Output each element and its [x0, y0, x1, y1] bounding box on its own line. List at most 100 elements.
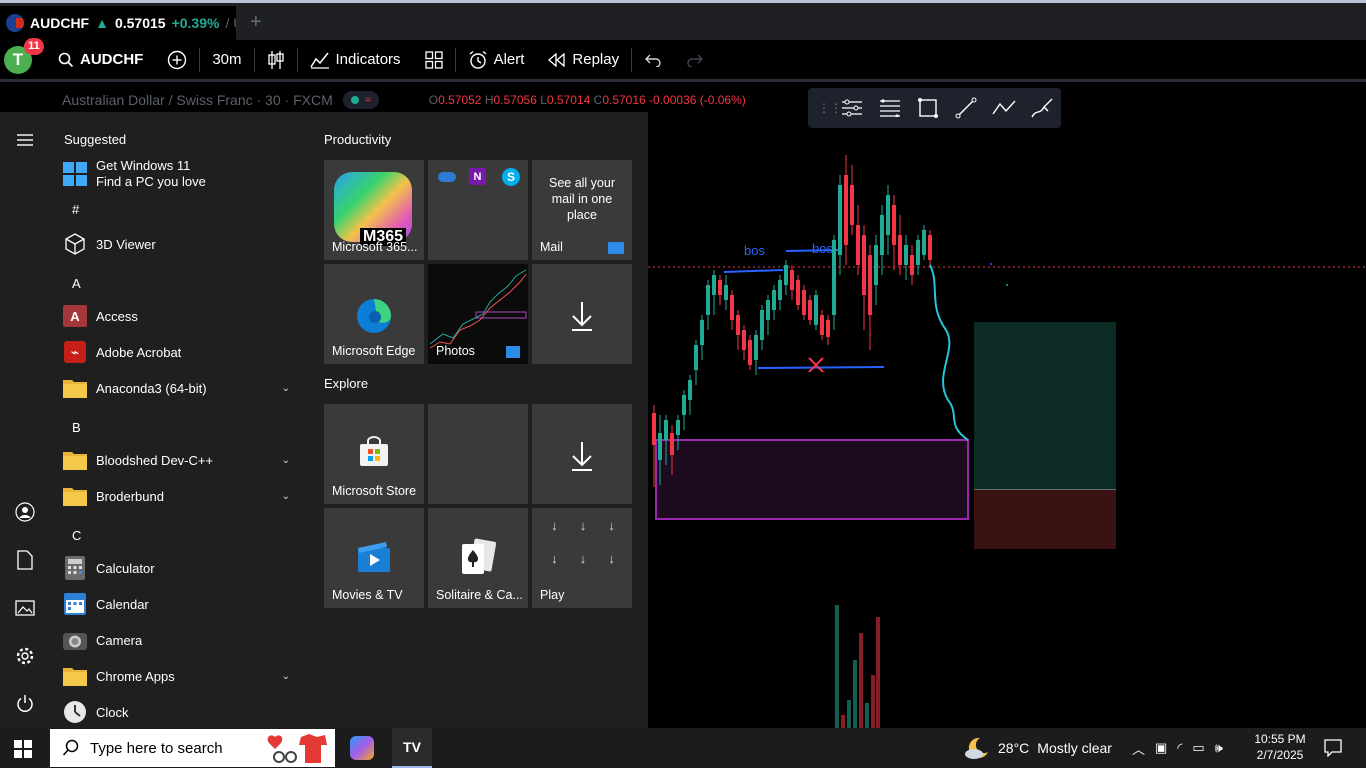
- price-chart[interactable]: bos bos: [648, 115, 1366, 728]
- candle-body: [766, 300, 770, 320]
- suggested-get-windows-11[interactable]: Get Windows 11 Find a PC you love: [62, 156, 302, 192]
- tile-download-placeholder[interactable]: [532, 264, 632, 364]
- group-b[interactable]: B: [72, 420, 81, 435]
- path-icon[interactable]: [992, 96, 1016, 120]
- windows-logo-icon: [62, 161, 88, 187]
- drawing-toolbar: ⋮⋮: [808, 88, 1061, 128]
- app-access[interactable]: A Access: [62, 300, 302, 332]
- candle-body: [742, 330, 746, 350]
- user-account-icon[interactable]: [13, 500, 37, 524]
- search-icon: [58, 52, 74, 67]
- app-anaconda-folder[interactable]: Anaconda3 (64-bit) ⌄: [62, 372, 302, 404]
- volume-group: [835, 605, 880, 728]
- drag-handle-icon[interactable]: ⋮⋮: [818, 101, 842, 115]
- symbol-search-button[interactable]: AUDCHF: [46, 45, 155, 75]
- tile-solitaire[interactable]: Solitaire & Ca...: [428, 508, 528, 608]
- group-hash[interactable]: #: [72, 202, 79, 217]
- tile-office-group[interactable]: N S: [428, 160, 528, 260]
- candle-body: [790, 270, 794, 290]
- open-value: 0.57052: [438, 93, 482, 107]
- candle-body: [868, 255, 872, 315]
- layouts-button[interactable]: [413, 45, 455, 75]
- app-chrome-apps-folder[interactable]: Chrome Apps ⌄: [62, 660, 302, 692]
- tab-arrow: ▲: [95, 15, 109, 31]
- group-c[interactable]: C: [72, 528, 81, 543]
- candle-body: [820, 315, 824, 335]
- tab-audchf[interactable]: AUDCHF ▲ 0.57015 +0.39% / Unn: [0, 6, 236, 40]
- app-camera[interactable]: Camera: [62, 624, 302, 656]
- volume-bar: [865, 703, 869, 728]
- settings-sliders-icon[interactable]: [840, 96, 864, 120]
- tile-mail[interactable]: See all your mail in one place Mail: [532, 160, 632, 260]
- weather-label: Mostly clear: [1037, 740, 1112, 756]
- replay-button[interactable]: Replay: [536, 45, 631, 75]
- tradingview-taskbar-icon[interactable]: TV: [392, 728, 432, 768]
- stop-zone: [974, 490, 1116, 549]
- tab-strip: AUDCHF ▲ 0.57015 +0.39% / Unn +: [0, 0, 1366, 40]
- chart-title[interactable]: Australian Dollar / Swiss Franc · 30 · F…: [62, 92, 333, 108]
- clock-widget[interactable]: 10:55 PM 2/7/2025: [1254, 731, 1306, 763]
- market-status-pill[interactable]: ≈: [342, 91, 379, 109]
- compare-button[interactable]: [155, 45, 199, 75]
- settings-gear-icon[interactable]: [13, 644, 37, 668]
- group-a[interactable]: A: [72, 276, 81, 291]
- indicators-button[interactable]: Indicators: [298, 45, 413, 75]
- candle-body: [670, 433, 674, 455]
- candle-body: [814, 295, 818, 325]
- tile-microsoft-store[interactable]: Microsoft Store: [324, 404, 424, 504]
- wifi-icon[interactable]: ◜: [1177, 740, 1182, 756]
- app-calculator[interactable]: Calculator: [62, 552, 302, 584]
- undo-button[interactable]: [632, 45, 674, 75]
- app-broderbund-folder[interactable]: Broderbund ⌄: [62, 480, 302, 512]
- candle-body: [694, 345, 698, 370]
- tile-photos[interactable]: Photos: [428, 264, 528, 364]
- app-3d-viewer[interactable]: 3D Viewer: [62, 228, 302, 260]
- sweep-line: [757, 366, 885, 369]
- chart-canvas[interactable]: bos bos: [648, 115, 1366, 728]
- volume-icon[interactable]: 🕪: [1215, 740, 1223, 756]
- onedrive-icon: [438, 172, 456, 182]
- camera-icon: [62, 627, 88, 653]
- user-avatar[interactable]: T 11: [4, 37, 44, 74]
- trend-line-icon[interactable]: [954, 96, 978, 120]
- copilot-taskbar-icon[interactable]: [350, 736, 374, 760]
- fib-levels-icon[interactable]: [878, 96, 902, 120]
- app-adobe-acrobat[interactable]: ⌁ Adobe Acrobat: [62, 336, 302, 368]
- candle-body: [808, 300, 812, 320]
- taskbar-search-box[interactable]: Type here to search: [50, 729, 335, 767]
- alert-button[interactable]: Alert: [456, 45, 537, 75]
- chevron-down-icon[interactable]: ⌄: [282, 455, 290, 466]
- interval-button[interactable]: 30m: [200, 45, 253, 75]
- chevron-down-icon[interactable]: ⌄: [282, 383, 290, 394]
- download-small-icon: ↓: [579, 518, 587, 533]
- onenote-icon: N: [469, 168, 486, 185]
- brush-icon[interactable]: [1030, 96, 1054, 120]
- battery-icon[interactable]: ▭: [1192, 740, 1204, 756]
- new-tab-plus-icon[interactable]: +: [250, 11, 262, 34]
- chevron-down-icon[interactable]: ⌄: [282, 671, 290, 682]
- documents-icon[interactable]: [13, 548, 37, 572]
- tile-empty[interactable]: [428, 404, 528, 504]
- chart-type-button[interactable]: [255, 45, 297, 75]
- redo-button[interactable]: [674, 45, 716, 75]
- tile-label: Movies & TV: [332, 588, 403, 602]
- power-icon[interactable]: [13, 692, 37, 716]
- meet-now-icon[interactable]: ▣: [1155, 740, 1167, 756]
- rectangle-icon[interactable]: [916, 96, 940, 120]
- chevron-up-icon[interactable]: ︿: [1132, 739, 1145, 758]
- app-calendar[interactable]: Calendar: [62, 588, 302, 620]
- chevron-down-icon[interactable]: ⌄: [282, 491, 290, 502]
- tile-movies-tv[interactable]: Movies & TV: [324, 508, 424, 608]
- tile-play-folder[interactable]: ↓ ↓ ↓ ↓ ↓ ↓ Play: [532, 508, 632, 608]
- pictures-icon[interactable]: [13, 596, 37, 620]
- start-button[interactable]: [14, 740, 32, 763]
- tile-download-placeholder[interactable]: [532, 404, 632, 504]
- hamburger-menu-icon[interactable]: [13, 128, 37, 152]
- notifications-icon[interactable]: [1324, 739, 1342, 762]
- tile-microsoft-365[interactable]: M365 Microsoft 365...: [324, 160, 424, 260]
- tile-microsoft-edge[interactable]: Microsoft Edge: [324, 264, 424, 364]
- app-clock[interactable]: Clock: [62, 696, 302, 728]
- weather-widget[interactable]: 28°C Mostly clear: [964, 728, 1112, 768]
- candle-body: [730, 295, 734, 320]
- app-bloodshed-folder[interactable]: Bloodshed Dev-C++ ⌄: [62, 444, 302, 476]
